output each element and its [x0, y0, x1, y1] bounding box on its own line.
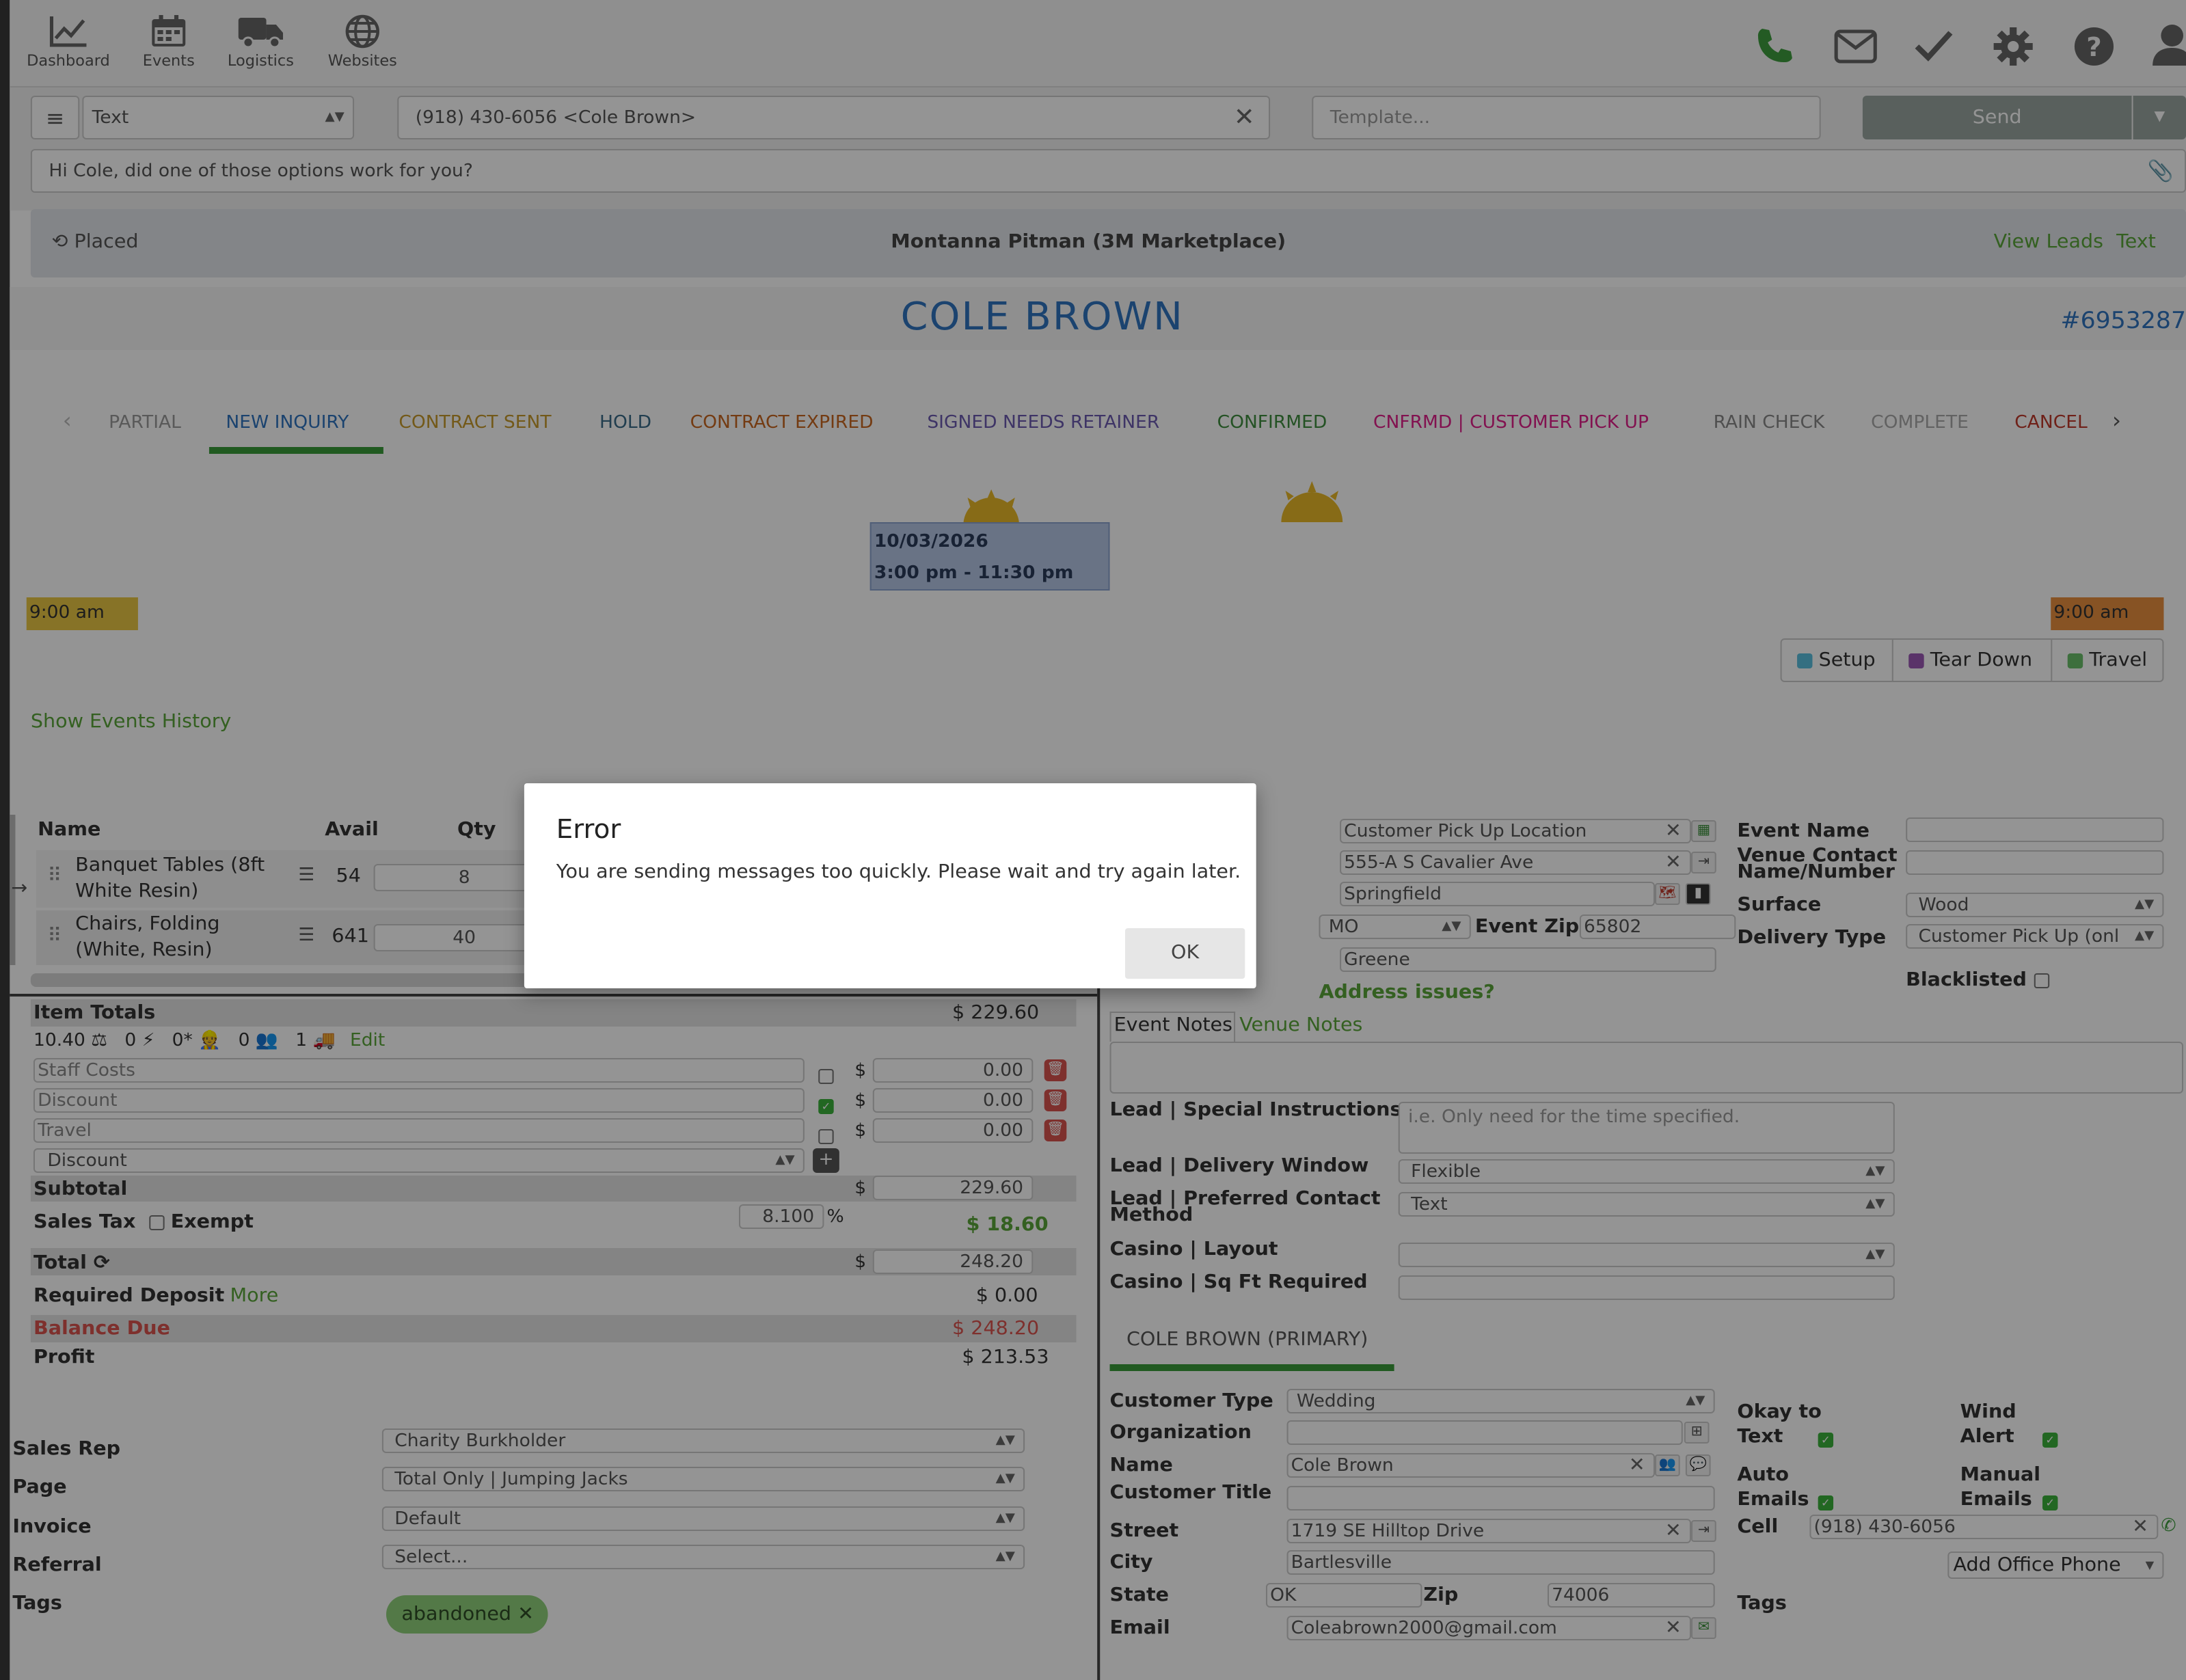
error-dialog: Error You are sending messages too quick… [524, 783, 1256, 988]
dialog-title: Error [556, 815, 621, 845]
ok-button[interactable]: OK [1124, 928, 1245, 979]
ok-label: OK [1171, 942, 1200, 964]
app-window: Dashboard Events Logistics Websites ? ≡ … [0, 0, 2186, 1680]
dialog-message: You are sending messages too quickly. Pl… [556, 861, 1241, 883]
